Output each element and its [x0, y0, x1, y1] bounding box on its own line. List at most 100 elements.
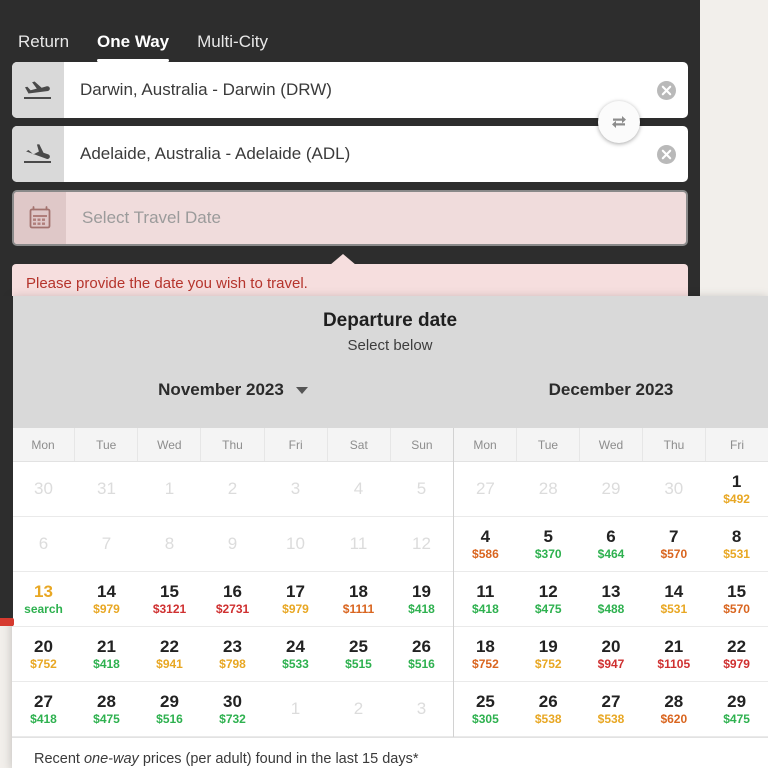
destination-field[interactable]: Adelaide, Australia - Adelaide (ADL) — [12, 126, 688, 182]
origin-clear-icon[interactable] — [644, 80, 688, 101]
calendar-day-price: $538 — [534, 712, 562, 727]
travel-date-field[interactable]: Select Travel Date — [12, 190, 688, 246]
calendar-day-disabled: 9 — [201, 517, 264, 571]
calendar-day-nov-30[interactable]: 30 $732 — [201, 682, 264, 736]
calendar-day-dec-13[interactable]: 13 $488 — [579, 572, 643, 626]
calendar-day-dec-6[interactable]: 6 $464 — [579, 517, 643, 571]
calendar-day-dec-18[interactable]: 18 $752 — [454, 627, 517, 681]
destination-value: Adelaide, Australia - Adelaide (ADL) — [80, 144, 351, 163]
calendar-day-dec-5[interactable]: 5 $370 — [516, 517, 580, 571]
calendar-day-nov-27[interactable]: 27 $418 — [12, 682, 75, 736]
calendar-day-dec-8[interactable]: 8 $531 — [705, 517, 768, 571]
calendar-day-nov-18[interactable]: 18 $1111 — [327, 572, 390, 626]
calendar-day-dec-28[interactable]: 28 $620 — [642, 682, 706, 736]
calendar-day-number: 28 — [97, 691, 116, 711]
calendar-day-number: 26 — [412, 636, 431, 656]
calendar-day-number: 12 — [412, 534, 431, 554]
calendar-day-dec-15[interactable]: 15 $570 — [705, 572, 768, 626]
calendar-day-price: $475 — [534, 602, 562, 617]
calendar-day-number: 29 — [727, 691, 747, 711]
swap-icon[interactable] — [598, 101, 640, 143]
calendar-day-price: $418 — [30, 712, 57, 727]
calendar-day-dec-26[interactable]: 26 $538 — [516, 682, 580, 736]
calendar-day-nov-28[interactable]: 28 $475 — [75, 682, 138, 736]
calendar-day-number: 29 — [601, 479, 621, 499]
calendar-day-dec-4[interactable]: 4 $586 — [454, 517, 517, 571]
error-arrow — [330, 254, 356, 265]
calendar-day-dec-19[interactable]: 19 $752 — [516, 627, 580, 681]
calendar-day-price: $979 — [723, 657, 750, 672]
calendar-day-dec-21[interactable]: 21 $1105 — [642, 627, 706, 681]
month-grid-december: Mon Tue Wed Thu Fri 27 28 29 30 1 $492 4 $586 5 $370 6 $… — [454, 428, 768, 737]
calendar-footer-note: Recent one-way prices (per adult) found … — [12, 737, 768, 767]
calendar-week-row: 27 28 29 30 1 $492 — [454, 462, 768, 517]
calendar-day-number: 11 — [349, 534, 368, 554]
calendar-day-number: 2 — [227, 479, 238, 499]
calendar-day-dec-27[interactable]: 27 $538 — [579, 682, 643, 736]
calendar-day-nov-22[interactable]: 22 $941 — [138, 627, 201, 681]
calendar-day-price: $305 — [472, 712, 499, 727]
calendar-day-dec-1[interactable]: 1 $492 — [705, 462, 768, 516]
calendar-day-number: 14 — [97, 581, 116, 601]
calendar-day-dec-11[interactable]: 11 $418 — [454, 572, 517, 626]
calendar-day-nov-19[interactable]: 19 $418 — [390, 572, 453, 626]
calendar-day-dec-25[interactable]: 25 $305 — [454, 682, 517, 736]
calendar-day-number: 21 — [97, 636, 116, 656]
destination-clear-icon[interactable] — [644, 144, 688, 165]
month-labels-row: November 2023 December 2023 — [12, 380, 768, 400]
calendar-day-price: $475 — [723, 712, 750, 727]
weekday-header-row: Mon Tue Wed Thu Fri Sat Sun — [12, 428, 453, 462]
chevron-down-icon[interactable] — [295, 386, 308, 394]
calendar-day-nov-26[interactable]: 26 $516 — [390, 627, 453, 681]
calendar-day-disabled: 1 — [138, 462, 201, 516]
month-label-november-text: November 2023 — [158, 380, 284, 399]
calendar-day-nov-16[interactable]: 16 $2731 — [201, 572, 264, 626]
calendar-day-number: 15 — [727, 581, 747, 601]
footer-italic: one-way — [83, 751, 139, 767]
calendar-day-dec-29[interactable]: 29 $475 — [705, 682, 768, 736]
calendar-day-dec-14[interactable]: 14 $531 — [642, 572, 706, 626]
tab-multi-city[interactable]: Multi-City — [197, 32, 268, 62]
calendar-day-nov-23[interactable]: 23 $798 — [201, 627, 264, 681]
calendar-day-number: 4 — [480, 526, 491, 546]
calendar-day-number: 3 — [290, 479, 301, 499]
calendar-day-number: 18 — [475, 636, 495, 656]
calendar-day-price: $979 — [282, 602, 309, 617]
calendar-day-nov-15[interactable]: 15 $3121 — [138, 572, 201, 626]
weekday-label-thu: Thu — [643, 428, 706, 461]
calendar-day-nov-21[interactable]: 21 $418 — [75, 627, 138, 681]
month-label-november[interactable]: November 2023 — [12, 380, 454, 400]
calendar-day-number: 15 — [160, 581, 179, 601]
weekday-label-mon: Mon — [12, 428, 76, 461]
calendar-day-number: 31 — [97, 479, 116, 499]
calendar-day-disabled: 8 — [138, 517, 201, 571]
calendar-day-nov-20[interactable]: 20 $752 — [12, 627, 75, 681]
weekday-label-sat: Sat — [328, 428, 391, 461]
calendar-day-dec-7[interactable]: 7 $570 — [642, 517, 706, 571]
calendar-day-disabled: 27 — [454, 462, 517, 516]
tab-return[interactable]: Return — [18, 32, 69, 62]
calendar-week-row: 27 $418 28 $475 29 $516 30 $732 1 2 3 — [12, 682, 453, 737]
calendar-day-dec-12[interactable]: 12 $475 — [516, 572, 580, 626]
calendar-day-number: 26 — [538, 691, 558, 711]
calendar-day-number: 28 — [538, 479, 558, 499]
calendar-day-nov-13[interactable]: 13 search — [12, 572, 75, 626]
calendar-day-nov-24[interactable]: 24 $533 — [264, 627, 327, 681]
calendar-day-price: $492 — [723, 492, 750, 507]
calendar-day-nov-17[interactable]: 17 $979 — [264, 572, 327, 626]
tab-one-way[interactable]: One Way — [97, 32, 170, 62]
calendar-day-nov-29[interactable]: 29 $516 — [138, 682, 201, 736]
footer-suffix: prices (per adult) found in the last 15 … — [138, 751, 419, 767]
weekday-label-mon: Mon — [454, 428, 517, 461]
calendar-day-price: $570 — [660, 547, 688, 562]
calendar-day-disabled: 10 — [264, 517, 327, 571]
calendar-day-dec-20[interactable]: 20 $947 — [579, 627, 643, 681]
calendar-day-nov-25[interactable]: 25 $515 — [327, 627, 390, 681]
calendar-day-number: 22 — [160, 636, 179, 656]
edge-marker — [0, 618, 14, 626]
calendar-day-price: $752 — [472, 657, 499, 672]
calendar-day-disabled: 3 — [264, 462, 327, 516]
origin-field[interactable]: Darwin, Australia - Darwin (DRW) — [12, 62, 688, 118]
calendar-day-nov-14[interactable]: 14 $979 — [75, 572, 138, 626]
calendar-day-dec-22[interactable]: 22 $979 — [705, 627, 768, 681]
